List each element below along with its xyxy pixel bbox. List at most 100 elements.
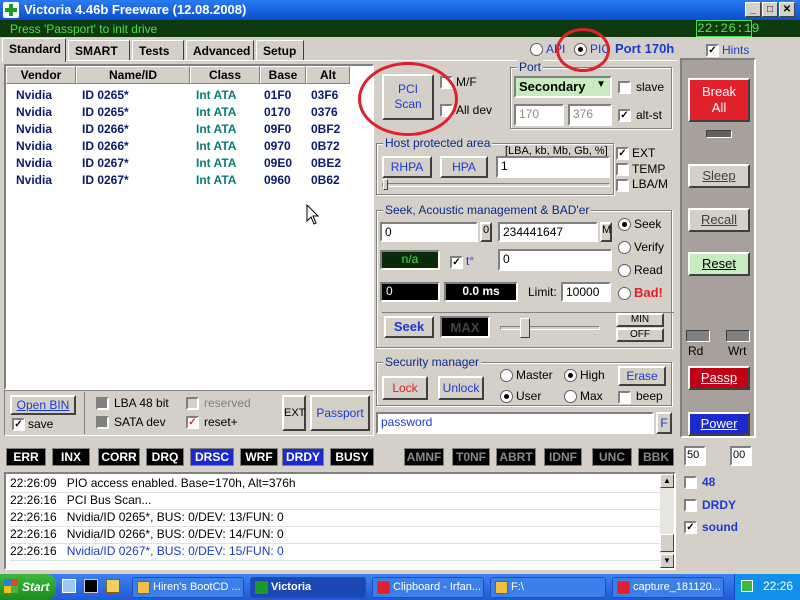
tab-standard[interactable]: Standard <box>2 38 66 62</box>
table-row[interactable]: Nvidia ID 0267* Int ATA 09E0 0BE2 <box>6 155 366 172</box>
table-row[interactable]: Nvidia ID 0265* Int ATA 0170 0376 <box>6 104 366 121</box>
recall-button[interactable]: Recall <box>688 208 750 232</box>
ext-label: EXT <box>632 146 656 160</box>
seek-start-button[interactable]: 0 <box>480 222 492 242</box>
break-all-button[interactable]: Break All <box>688 78 750 122</box>
ext-checkbox[interactable]: ✓ <box>616 147 629 160</box>
verify-mode-radio[interactable] <box>618 241 631 254</box>
read-mode-radio[interactable] <box>618 264 631 277</box>
master-radio[interactable] <box>500 369 513 382</box>
altst-checkbox[interactable]: ✓ <box>618 109 631 122</box>
tab-advanced[interactable]: Advanced <box>186 40 254 60</box>
api-radio[interactable] <box>530 43 543 56</box>
scroll-up-icon[interactable]: ▲ <box>660 474 674 488</box>
user-radio[interactable] <box>500 390 513 403</box>
maximize-button[interactable]: □ <box>762 2 778 17</box>
flag-amnf: AMNF <box>404 448 444 466</box>
seek-mode-radio[interactable] <box>618 218 631 231</box>
taskbar-item-capture[interactable]: capture_181120... <box>612 577 724 598</box>
cell-alt: 0B62 <box>311 173 340 187</box>
hpa-slider-track[interactable] <box>382 183 610 187</box>
table-row[interactable]: Nvidia ID 0265* Int ATA 01F0 03F6 <box>6 87 366 104</box>
taskbar-item-victoria[interactable]: Victoria <box>250 577 366 598</box>
save-checkbox[interactable]: ✓ <box>12 418 25 431</box>
hpa-group-label: Host protected area <box>383 136 493 150</box>
unlock-button[interactable]: Unlock <box>438 376 484 400</box>
irfanview-icon <box>617 581 630 594</box>
hpa-button[interactable]: HPA <box>440 156 488 178</box>
col-class[interactable]: Class <box>190 66 260 84</box>
col-name-id[interactable]: Name/ID <box>76 66 190 84</box>
annotation-circle-pio <box>556 28 610 72</box>
scroll-thumb[interactable] <box>660 534 674 552</box>
rhpa-button[interactable]: RHPA <box>382 156 432 178</box>
seek-end-button[interactable]: M <box>600 222 612 242</box>
bad-mode-radio[interactable] <box>618 287 631 300</box>
tab-smart[interactable]: SMART <box>68 40 130 60</box>
table-row[interactable]: Nvidia ID 0266* Int ATA 09F0 0BF2 <box>6 121 366 138</box>
min-button[interactable]: MIN <box>616 313 664 327</box>
na-display: n/a <box>380 250 440 270</box>
power-button[interactable]: Power <box>688 412 750 436</box>
password-input[interactable]: password <box>376 412 654 434</box>
drdy-checkbox[interactable] <box>684 499 697 512</box>
close-button[interactable]: ✕ <box>779 2 795 17</box>
passport-button[interactable]: Passport <box>310 395 370 431</box>
cmd-quicklaunch-icon[interactable] <box>84 579 98 593</box>
v48-checkbox[interactable] <box>684 476 697 489</box>
passp-button[interactable]: Passp <box>688 366 750 390</box>
hpa-slider-thumb[interactable] <box>383 179 388 190</box>
slave-checkbox[interactable] <box>618 81 631 94</box>
col-alt[interactable]: Alt <box>306 66 350 84</box>
acoustic-slider-track[interactable] <box>500 326 600 330</box>
ext-button[interactable]: EXT <box>282 395 306 431</box>
lbam-checkbox[interactable] <box>616 179 629 192</box>
taskbar-item-clipboard[interactable]: Clipboard - Irfan... <box>372 577 484 598</box>
max-button[interactable]: MAX <box>440 316 490 338</box>
port-select[interactable]: Secondary ▼ <box>514 76 612 98</box>
log-line: 22:26:16 Nvidia/ID 0265*, BUS: 0/DEV: 13/… <box>10 510 660 527</box>
log-scrollbar[interactable]: ▲ ▼ <box>660 474 674 568</box>
taskbar-item-drive-f[interactable]: F:\ <box>490 577 606 598</box>
taskbar-item-hirens[interactable]: Hiren's BootCD ... <box>132 577 244 598</box>
beep-checkbox[interactable] <box>618 391 631 404</box>
scroll-down-icon[interactable]: ▼ <box>660 554 674 568</box>
col-vendor[interactable]: Vendor <box>6 66 76 84</box>
table-row[interactable]: Nvidia ID 0267* Int ATA 0960 0B62 <box>6 172 366 189</box>
f-button[interactable]: F <box>656 412 672 434</box>
off-button[interactable]: OFF <box>616 328 664 342</box>
col-base[interactable]: Base <box>260 66 306 84</box>
lba48-checkbox[interactable] <box>96 397 109 410</box>
seek-button[interactable]: Seek <box>384 316 434 338</box>
limit-input[interactable]: 10000 <box>561 282 611 302</box>
high-radio[interactable] <box>564 369 577 382</box>
table-row[interactable]: Nvidia ID 0266* Int ATA 0970 0B72 <box>6 138 366 155</box>
hpa-value-input[interactable]: 1 <box>496 156 610 178</box>
temperature-checkbox[interactable]: ✓ <box>450 256 463 269</box>
tray-app-icon[interactable] <box>741 580 753 592</box>
reset-plus-checkbox[interactable]: ✓ <box>186 416 199 429</box>
ie-quicklaunch-icon[interactable] <box>62 579 76 593</box>
acoustic-slider-thumb[interactable] <box>520 318 530 338</box>
sound-checkbox[interactable]: ✓ <box>684 521 697 534</box>
tab-setup[interactable]: Setup <box>256 40 304 60</box>
erase-button[interactable]: Erase <box>618 366 666 386</box>
max-radio[interactable] <box>564 390 577 403</box>
port-base-input[interactable]: 170 <box>514 104 564 126</box>
lock-button[interactable]: Lock <box>382 376 428 400</box>
open-bin-button[interactable]: Open BIN <box>10 395 76 415</box>
reset-button[interactable]: Reset <box>688 252 750 276</box>
sata-checkbox[interactable] <box>96 416 109 429</box>
tab-tests[interactable]: Tests <box>132 40 184 60</box>
explorer-quicklaunch-icon[interactable] <box>106 579 120 593</box>
temperature-value-input[interactable]: 0 <box>498 249 612 271</box>
hints-checkbox[interactable]: ✓ <box>706 44 719 57</box>
taskbar-item-label: F:\ <box>511 581 524 593</box>
sleep-button[interactable]: Sleep <box>688 164 750 188</box>
temp-checkbox[interactable] <box>616 163 629 176</box>
minimize-button[interactable]: _ <box>745 2 761 17</box>
seek-start-input[interactable]: 0 <box>380 222 478 242</box>
start-button[interactable]: Start <box>0 574 56 600</box>
seek-end-input[interactable]: 234441647 <box>498 222 598 242</box>
port-alt-input[interactable]: 376 <box>568 104 612 126</box>
